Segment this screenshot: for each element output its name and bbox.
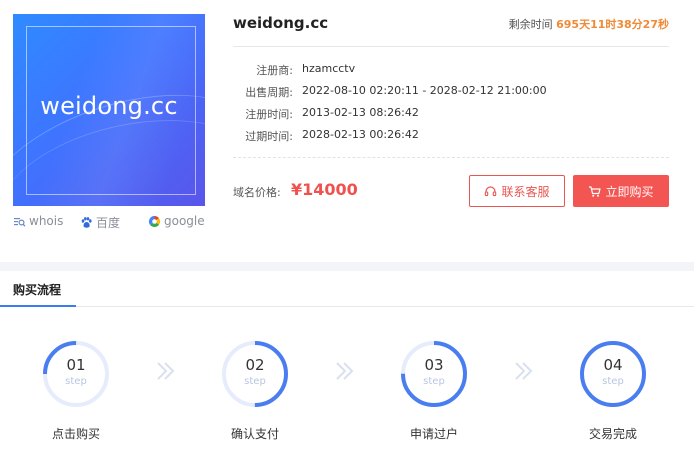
step-label: 交易完成 — [588, 427, 637, 441]
cart-icon — [589, 185, 602, 197]
step-ring-graphic — [222, 341, 288, 407]
step-progress-ring: 03 step — [399, 339, 469, 409]
step-label: 点击购买 — [51, 427, 100, 441]
remaining-time-label: 剩余时间 — [508, 18, 553, 31]
google-link[interactable]: google — [148, 214, 205, 228]
step-number: 03 — [424, 356, 444, 374]
process-tab-bar: 购买流程 — [0, 271, 694, 307]
step-progress-ring: 01 step — [41, 339, 111, 409]
step-ring-graphic — [580, 341, 646, 407]
process-step: 04 step 交易完成 — [558, 339, 668, 442]
tab-purchase-process[interactable]: 购买流程 — [13, 281, 61, 298]
info-value: hzamcctv — [302, 62, 356, 75]
step-number: 04 — [603, 356, 623, 374]
domain-detail-panel: weidong.cc whois 百度 google weidong.cc 剩余… — [0, 0, 694, 262]
info-value: 2013-02-13 08:26:42 — [302, 106, 419, 119]
divider — [233, 46, 669, 47]
step-progress-ring: 04 step — [578, 339, 648, 409]
baidu-paw-icon — [81, 217, 92, 228]
step-sub: step — [423, 376, 445, 387]
whois-link[interactable]: whois — [13, 214, 63, 228]
price-value: ¥14000 — [291, 180, 358, 199]
buy-now-button[interactable]: 立即购买 — [573, 175, 669, 207]
baidu-link-label: 百度 — [96, 216, 121, 230]
info-key: 注册商: — [256, 64, 293, 77]
process-step: 03 step 申请过户 — [379, 339, 489, 442]
step-label: 确认支付 — [230, 427, 279, 441]
step-number: 02 — [245, 356, 265, 374]
step-ring-graphic — [43, 341, 109, 407]
banner-domain-text: weidong.cc — [40, 92, 178, 120]
domain-banner-image: weidong.cc — [13, 14, 205, 206]
step-ring-graphic — [401, 341, 467, 407]
step-number: 01 — [66, 356, 86, 374]
double-chevron-right-icon — [515, 362, 533, 380]
step-label: 申请过户 — [409, 427, 458, 441]
double-chevron-right-icon — [336, 362, 354, 380]
step-progress-ring: 02 step — [220, 339, 290, 409]
info-value: 2022-08-10 02:20:11 - 2028-02-12 21:00:0… — [302, 84, 547, 97]
info-key: 出售周期: — [245, 86, 293, 99]
google-icon — [148, 215, 161, 227]
contact-service-label: 联系客服 — [501, 184, 550, 199]
whois-link-label: whois — [29, 214, 64, 228]
price-label: 域名价格: — [233, 186, 281, 199]
process-step: 02 step 确认支付 — [200, 339, 310, 442]
buy-now-label: 立即购买 — [605, 184, 654, 199]
process-step: 01 step 点击购买 — [21, 339, 131, 442]
remaining-time: 剩余时间 695天11时38分27秒 — [509, 16, 669, 32]
info-value: 2028-02-13 00:26:42 — [302, 128, 419, 141]
remaining-time-value: 695天11时38分27秒 — [556, 18, 669, 31]
headset-icon — [485, 185, 497, 196]
step-sub: step — [602, 376, 624, 387]
info-key: 注册时间: — [245, 108, 293, 121]
contact-service-button[interactable]: 联系客服 — [469, 175, 565, 207]
double-chevron-right-icon — [157, 362, 175, 380]
google-link-label: google — [164, 214, 205, 228]
dashed-divider — [233, 157, 669, 158]
step-sub: step — [65, 376, 87, 387]
search-links: whois 百度 google — [13, 214, 205, 232]
whois-search-icon — [14, 217, 26, 227]
section-separator — [0, 262, 694, 271]
domain-name-title: weidong.cc — [233, 14, 329, 32]
purchase-process-section: 购买流程 01 step 点击购买 02 step 确认支付 03 step 申… — [0, 271, 694, 468]
active-tab-indicator — [0, 305, 76, 307]
step-sub: step — [244, 376, 266, 387]
info-key: 过期时间: — [245, 130, 293, 143]
baidu-link[interactable]: 百度 — [80, 214, 120, 231]
